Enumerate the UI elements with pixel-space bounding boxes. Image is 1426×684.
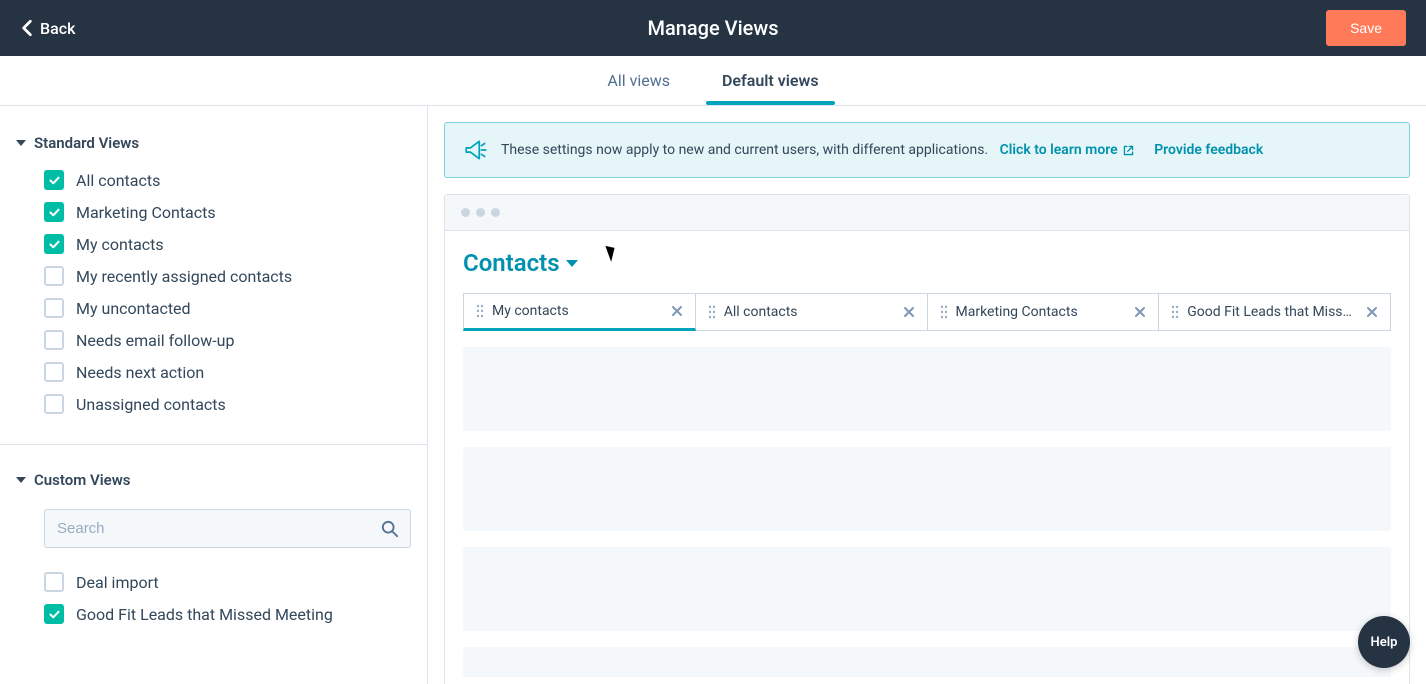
checkbox[interactable] xyxy=(44,330,64,350)
preview-tab-label: My contacts xyxy=(492,303,663,319)
view-item[interactable]: Deal import xyxy=(44,566,411,598)
content-area: These settings now apply to new and curr… xyxy=(428,106,1426,684)
preview-tab-label: All contacts xyxy=(724,304,895,320)
preview-tab[interactable]: Good Fit Leads that Miss… xyxy=(1159,293,1391,331)
preview-tab[interactable]: All contacts xyxy=(696,293,928,331)
preview-tab-label: Marketing Contacts xyxy=(956,304,1127,320)
view-item-label: All contacts xyxy=(76,171,160,190)
custom-views-header[interactable]: Custom Views xyxy=(0,463,427,501)
preview-tabs-row: My contacts All contacts Marketing Contact… xyxy=(463,293,1391,331)
preview-tab[interactable]: My contacts xyxy=(463,293,696,331)
page-header: Back Manage Views Save xyxy=(0,0,1426,56)
checkbox[interactable] xyxy=(44,298,64,318)
contacts-dropdown[interactable]: Contacts xyxy=(463,249,1391,277)
view-item-label: My contacts xyxy=(76,235,164,254)
checkbox[interactable] xyxy=(44,202,64,222)
view-item-label: Good Fit Leads that Missed Meeting xyxy=(76,605,333,624)
tabs-bar: All views Default views xyxy=(0,56,1426,106)
custom-views-title: Custom Views xyxy=(34,471,131,489)
view-item-label: Needs email follow-up xyxy=(76,331,234,350)
view-item-label: Unassigned contacts xyxy=(76,395,226,414)
chevron-down-icon xyxy=(566,260,578,267)
main-layout: Standard Views All contacts Marketing Con… xyxy=(0,106,1426,684)
checkbox[interactable] xyxy=(44,572,64,592)
close-icon[interactable] xyxy=(903,306,915,318)
page-title: Manage Views xyxy=(647,16,778,40)
skeleton-row xyxy=(463,647,1391,677)
view-item[interactable]: Needs next action xyxy=(44,356,411,388)
learn-more-label: Click to learn more xyxy=(1000,142,1118,158)
skeleton-row xyxy=(463,347,1391,431)
banner-text: These settings now apply to new and curr… xyxy=(501,142,1263,158)
megaphone-icon xyxy=(463,137,489,163)
view-item-label: Deal import xyxy=(76,573,159,592)
skeleton-row xyxy=(463,547,1391,631)
view-item[interactable]: Good Fit Leads that Missed Meeting xyxy=(44,598,411,630)
chrome-dot xyxy=(491,208,500,217)
back-label: Back xyxy=(40,19,75,38)
preview-panel: Contacts My contacts All contacts Marketin… xyxy=(444,194,1410,684)
search-box xyxy=(44,509,411,548)
view-item-label: Needs next action xyxy=(76,363,204,382)
skeleton-row xyxy=(463,447,1391,531)
provide-feedback-link[interactable]: Provide feedback xyxy=(1154,142,1263,158)
chevron-left-icon xyxy=(20,19,34,37)
chrome-dot xyxy=(476,208,485,217)
close-icon[interactable] xyxy=(671,305,683,317)
view-item[interactable]: My contacts xyxy=(44,228,411,260)
checkbox[interactable] xyxy=(44,234,64,254)
close-icon[interactable] xyxy=(1134,306,1146,318)
preview-tab[interactable]: Marketing Contacts xyxy=(928,293,1160,331)
divider xyxy=(0,444,427,445)
checkbox[interactable] xyxy=(44,362,64,382)
preview-chrome xyxy=(445,195,1409,231)
drag-handle-icon[interactable] xyxy=(708,305,716,319)
view-item[interactable]: My uncontacted xyxy=(44,292,411,324)
view-item[interactable]: Unassigned contacts xyxy=(44,388,411,420)
help-button[interactable]: Help xyxy=(1358,616,1410,668)
view-item[interactable]: Needs email follow-up xyxy=(44,324,411,356)
learn-more-link[interactable]: Click to learn more xyxy=(1000,142,1135,158)
drag-handle-icon[interactable] xyxy=(940,305,948,319)
view-item[interactable]: My recently assigned contacts xyxy=(44,260,411,292)
contacts-heading-label: Contacts xyxy=(463,249,560,277)
cursor-icon xyxy=(584,254,598,272)
search-input[interactable] xyxy=(44,509,411,548)
sidebar: Standard Views All contacts Marketing Con… xyxy=(0,106,428,684)
checkbox[interactable] xyxy=(44,266,64,286)
view-item-label: My uncontacted xyxy=(76,299,191,318)
view-item[interactable]: All contacts xyxy=(44,164,411,196)
caret-down-icon xyxy=(16,477,26,483)
standard-views-list: All contacts Marketing Contacts My contact… xyxy=(0,164,427,440)
view-item-label: My recently assigned contacts xyxy=(76,267,292,286)
drag-handle-icon[interactable] xyxy=(1171,305,1179,319)
banner-message: These settings now apply to new and curr… xyxy=(501,142,988,158)
view-item-label: Marketing Contacts xyxy=(76,203,216,222)
checkbox[interactable] xyxy=(44,604,64,624)
view-item[interactable]: Marketing Contacts xyxy=(44,196,411,228)
search-icon xyxy=(381,520,399,538)
close-icon[interactable] xyxy=(1366,306,1378,318)
external-link-icon xyxy=(1122,144,1135,157)
drag-handle-icon[interactable] xyxy=(476,304,484,318)
chrome-dot xyxy=(461,208,470,217)
caret-down-icon xyxy=(16,140,26,146)
standard-views-header[interactable]: Standard Views xyxy=(0,126,427,164)
info-banner: These settings now apply to new and curr… xyxy=(444,122,1410,178)
preview-tab-label: Good Fit Leads that Miss… xyxy=(1187,304,1358,320)
tab-all-views[interactable]: All views xyxy=(601,57,676,104)
standard-views-title: Standard Views xyxy=(34,134,139,152)
tab-default-views[interactable]: Default views xyxy=(716,57,825,104)
custom-views-list: Deal import Good Fit Leads that Missed Me… xyxy=(0,566,427,650)
back-button[interactable]: Back xyxy=(20,19,75,38)
checkbox[interactable] xyxy=(44,170,64,190)
save-button[interactable]: Save xyxy=(1326,10,1406,46)
checkbox[interactable] xyxy=(44,394,64,414)
preview-body: Contacts My contacts All contacts Marketin… xyxy=(445,231,1409,684)
